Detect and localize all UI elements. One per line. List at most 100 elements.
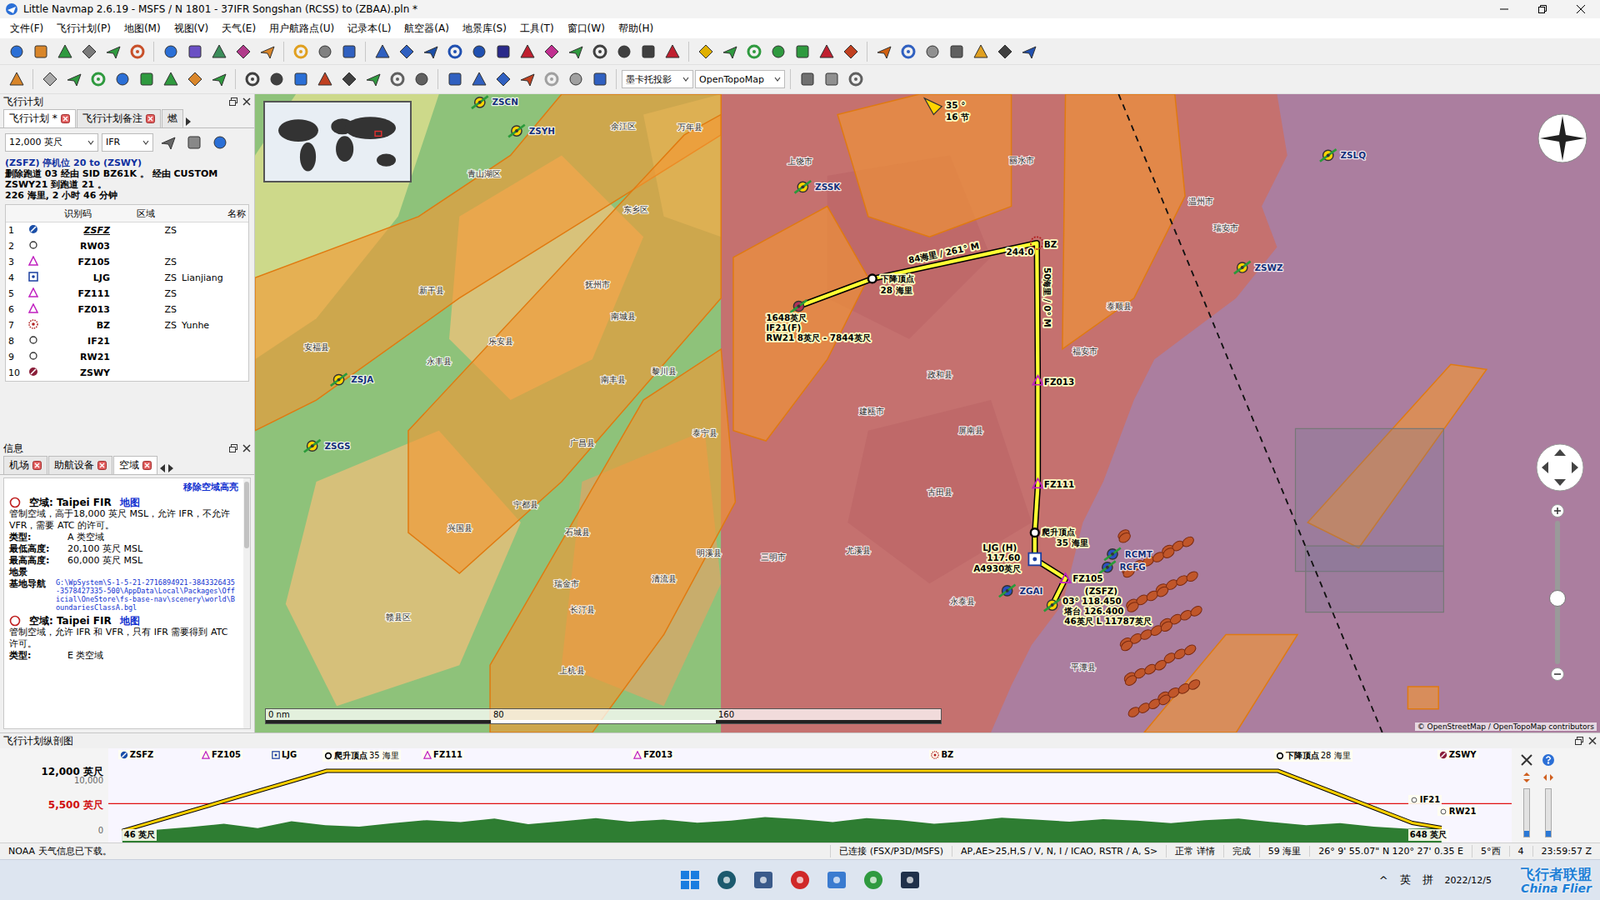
airport-icon[interactable] [508,125,525,138]
help-button[interactable] [208,130,231,154]
profile-waypoint[interactable]: 下降顶点28 海里 [1274,750,1353,762]
taskbar-app[interactable] [822,865,851,895]
airport-label[interactable]: ZSLQ [1340,150,1366,160]
toolbar-button[interactable] [467,40,490,63]
menu-item[interactable]: 视图(V) [167,20,216,38]
profile-waypoint[interactable]: ZSWY [1437,750,1479,760]
profile-waypoint[interactable]: LJG [270,750,299,760]
tab-close-icon[interactable] [60,114,70,124]
toolbar-button[interactable] [410,68,433,91]
tray-item[interactable]: ^ [1379,874,1389,887]
float-icon[interactable] [229,97,238,106]
scroll-tabs-icon[interactable] [184,115,193,128]
toolbar-button[interactable] [337,40,360,63]
toolbar-button[interactable] [370,40,394,63]
toolbar-button[interactable] [62,68,85,91]
cruise-altitude-field[interactable]: 12,000 英尺 [5,133,99,152]
airport-label[interactable]: ZSJA [350,374,374,385]
toolbar-button[interactable] [766,40,790,63]
toolbar-button[interactable] [38,68,61,91]
airport-icon[interactable] [1234,261,1251,275]
toolbar-button[interactable] [993,40,1016,63]
toolbar-button[interactable] [337,68,360,91]
toolbar-button[interactable] [795,68,819,91]
table-row[interactable]: 6FZ013ZS [5,301,249,318]
airport-icon[interactable] [795,180,812,194]
toolbar-button[interactable] [159,40,182,63]
toolbar-button[interactable] [588,68,611,91]
close-icon[interactable] [1588,736,1597,745]
toolbar-button[interactable] [660,40,684,63]
toolbar-button[interactable] [588,40,611,63]
toolbar-button[interactable] [790,40,814,63]
close-icon[interactable] [242,444,251,453]
toolbar-button[interactable] [313,40,336,63]
toolbar-button[interactable] [231,40,255,63]
map[interactable]: 万年县余江区上饶市青山湖区东乡区抚州市新干县乐安县永丰县南城县安福县黎川县南丰县… [255,94,1600,733]
toolbar-button[interactable] [255,40,279,63]
column-header[interactable]: 名称 [179,207,249,220]
tab-close-icon[interactable] [145,114,155,124]
toolbar-button[interactable] [443,68,466,91]
toolbar-button[interactable] [969,40,992,63]
close-button[interactable] [1561,0,1600,19]
airport-icon[interactable] [1320,149,1337,162]
table-row[interactable]: 9RW21 [5,349,249,365]
airport-label[interactable]: ZSGS [324,440,350,451]
table-row[interactable]: 5FZ111ZS [5,285,249,302]
zoom-in-icon[interactable] [1550,504,1565,518]
toolbar-button[interactable] [564,40,587,63]
profile-waypoint[interactable]: 爬升顶点35 海里 [322,750,401,762]
airport-label[interactable]: ZSSK [815,181,841,192]
tray-item[interactable]: 英 [1400,872,1411,888]
toolbar-button[interactable] [5,68,28,91]
toolbar-button[interactable] [289,68,312,91]
expand-icon[interactable] [1520,753,1534,767]
menu-item[interactable]: 航空器(A) [397,20,456,38]
toolbar-button[interactable] [1017,40,1040,63]
toolbar-button[interactable] [515,68,539,91]
table-row[interactable]: 4LJGZSLianjiang [5,270,249,286]
taskbar-app[interactable] [895,865,925,895]
menu-item[interactable]: 地图(M) [117,20,168,38]
zoom-out-icon[interactable] [1550,667,1565,681]
toolbar-button[interactable] [742,40,765,63]
toolbar-button[interactable] [207,40,230,63]
toolbar-button[interactable] [896,40,920,63]
tab-close-icon[interactable] [142,460,152,470]
horizontal-zoom-slider[interactable] [1545,788,1552,838]
airport-label[interactable]: RCFG [1120,561,1146,572]
table-row[interactable]: 3FZ105ZS [5,254,249,270]
overview-map[interactable] [263,100,412,183]
toolbar-button[interactable] [872,40,895,63]
column-header[interactable]: 区域 [112,207,180,220]
menu-item[interactable]: 文件(F) [3,20,50,38]
help-icon[interactable] [1541,753,1555,767]
airport-icon[interactable] [304,440,321,453]
compass[interactable] [1536,112,1589,165]
vertical-zoom-icon[interactable] [1520,771,1533,784]
toolbar-button[interactable] [718,40,741,63]
table-row[interactable]: 10ZSWY [5,365,249,381]
tab[interactable]: 空域 [113,455,158,475]
toolbar-button[interactable] [540,40,563,63]
airport-icon[interactable] [1099,560,1116,574]
table-row[interactable]: 8IF21 [5,333,249,350]
zoom-thumb[interactable] [1549,590,1566,607]
zoom-slider[interactable] [1555,520,1560,665]
route-line[interactable] [798,243,1065,605]
toolbar-button[interactable] [183,68,206,91]
toolbar-button[interactable] [159,68,182,91]
profile-waypoint[interactable]: RW21 [1437,806,1479,816]
pan-control[interactable] [1535,442,1585,493]
airport-label[interactable]: ZSCN [492,96,519,107]
toolbar-button[interactable] [240,68,264,91]
toolbar-button[interactable] [265,68,288,91]
toolbar-button[interactable] [207,68,230,91]
toolbar-button[interactable] [636,40,660,63]
profile-waypoint[interactable]: FZ111 [421,750,465,760]
toolbar-button[interactable] [385,68,409,91]
airport-icon[interactable] [471,95,489,109]
airport-label[interactable]: RCMT [1125,549,1154,560]
toolbar-button[interactable] [820,68,843,91]
